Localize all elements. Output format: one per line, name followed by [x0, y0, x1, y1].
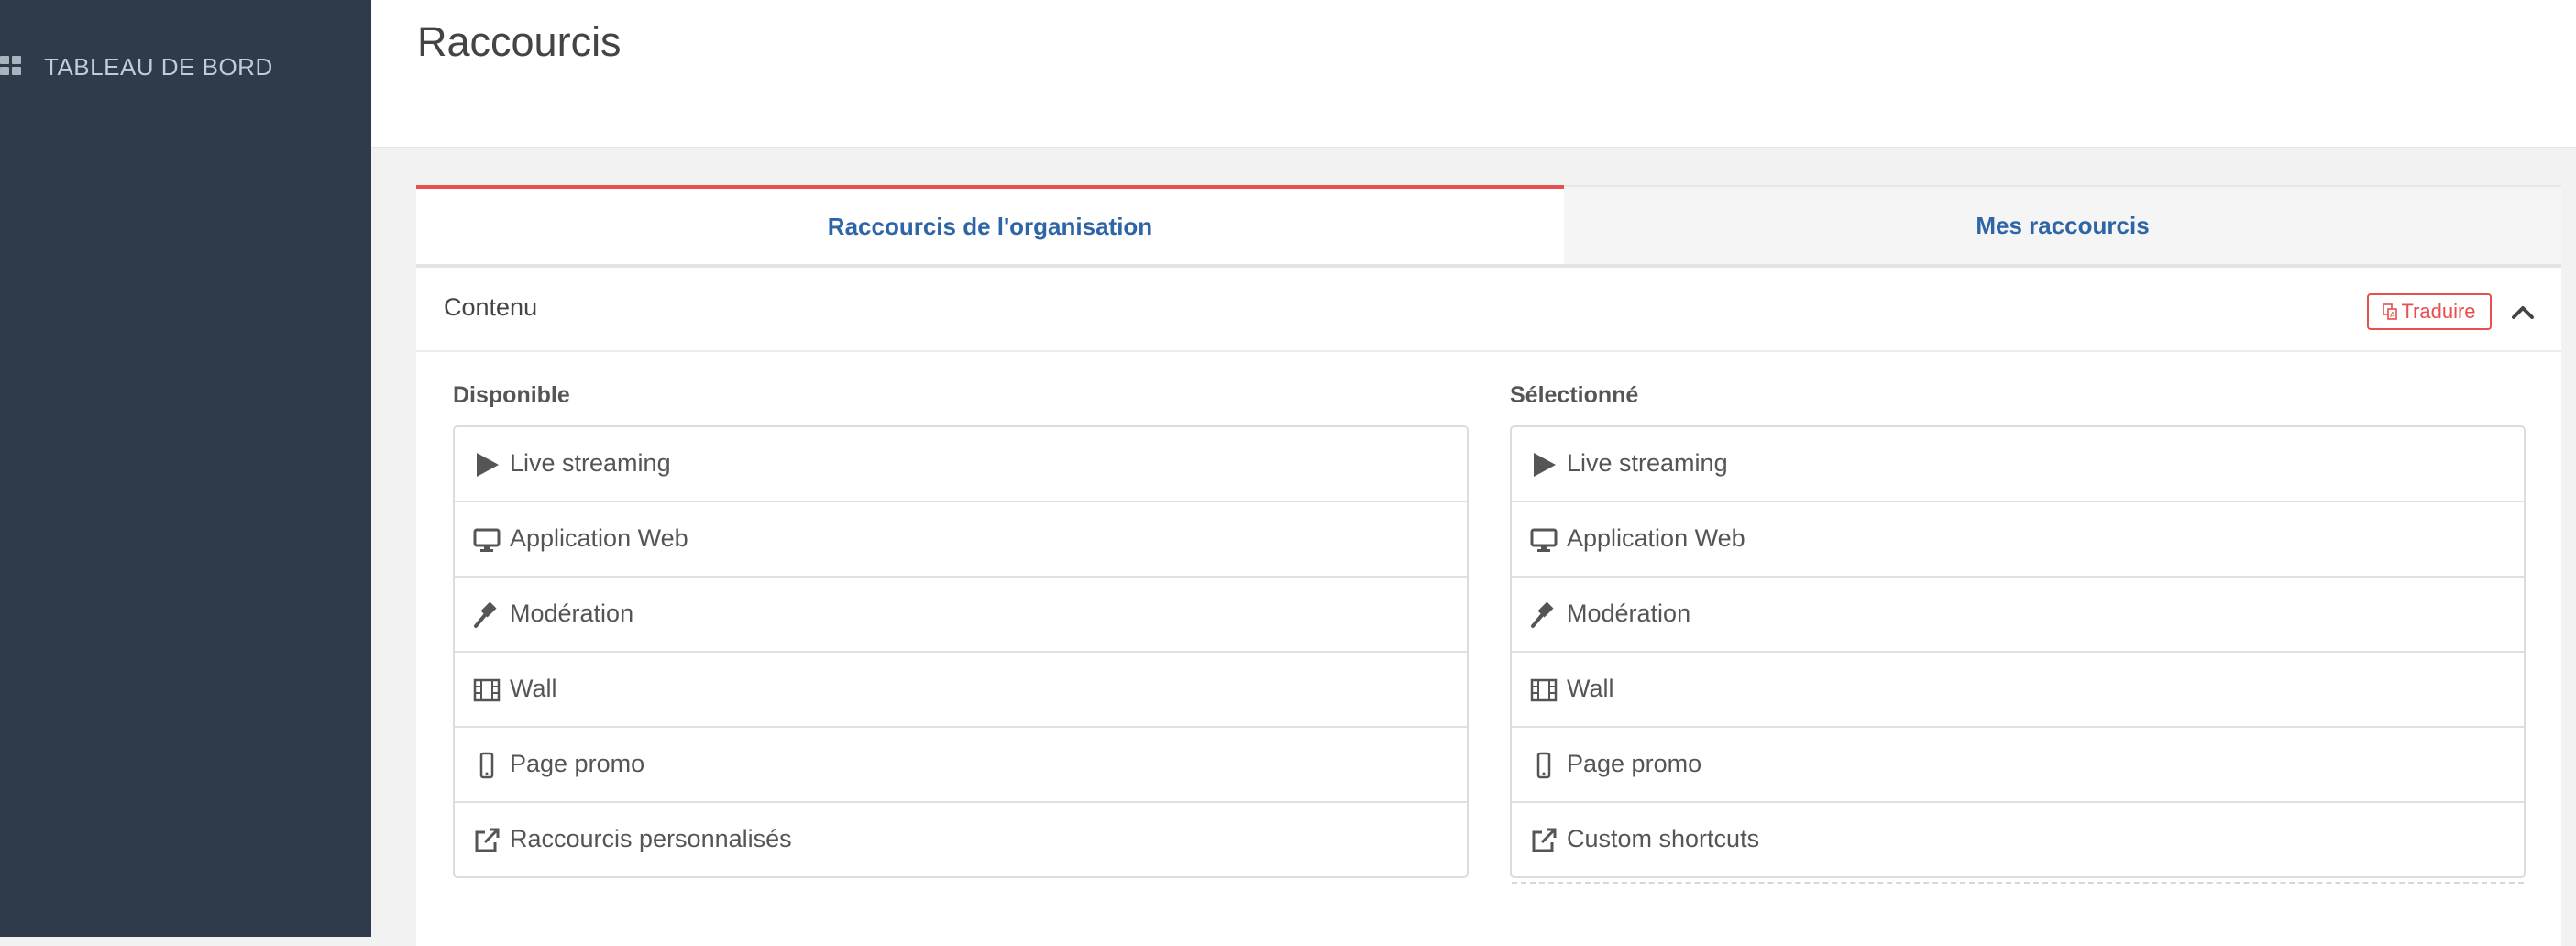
- selected-list: Live streaming Application Web Modératio…: [1510, 425, 2526, 884]
- available-list: Live streaming Application Web Modératio…: [453, 425, 1469, 878]
- film-icon: [1530, 678, 1558, 702]
- list-item-label: Modération: [1567, 600, 1691, 627]
- play-icon: [477, 453, 499, 477]
- list-item[interactable]: Application Web: [1512, 500, 2524, 576]
- sidebar-item-dashboard[interactable]: TABLEAU DE BORD: [0, 46, 371, 88]
- selected-title: Sélectionné: [1510, 382, 1639, 408]
- list-item[interactable]: Wall: [455, 651, 1467, 726]
- sidebar-item-label: TABLEAU DE BORD: [44, 53, 273, 81]
- list-item[interactable]: Page promo: [455, 726, 1467, 801]
- desktop-icon: [1530, 528, 1558, 552]
- svg-text:A: A: [2390, 311, 2395, 319]
- grid-icon: [0, 56, 22, 76]
- list-item-label: Raccourcis personnalisés: [510, 825, 792, 852]
- translate-label: Traduire: [2401, 300, 2476, 323]
- panel-title: Contenu: [444, 293, 538, 321]
- page-header: Raccourcis: [371, 0, 2576, 148]
- list-item-label: Wall: [1567, 675, 1614, 702]
- panel-header: Contenu A Traduire: [416, 268, 2561, 352]
- page-title: Raccourcis: [417, 18, 622, 65]
- language-icon: A: [2383, 303, 2398, 320]
- gavel-icon: [1531, 601, 1554, 628]
- gavel-icon: [474, 601, 497, 628]
- translate-button[interactable]: A Traduire: [2367, 293, 2492, 330]
- list-item[interactable]: Application Web: [455, 500, 1467, 576]
- tab-organisation-shortcuts[interactable]: Raccourcis de l'organisation: [416, 185, 1564, 264]
- list-item-label: Page promo: [510, 750, 645, 777]
- list-item-label: Wall: [510, 675, 557, 702]
- list-item[interactable]: Page promo: [1512, 726, 2524, 801]
- list-item-label: Custom shortcuts: [1567, 825, 1760, 852]
- content-panel: Contenu A Traduire Disponible Sélectionn…: [416, 268, 2561, 946]
- list-item-label: Application Web: [510, 524, 688, 552]
- mobile-icon: [479, 752, 494, 779]
- desktop-icon: [473, 528, 501, 552]
- sidebar: TABLEAU DE BORD: [0, 0, 371, 937]
- list-item-label: Live streaming: [1567, 449, 1728, 477]
- play-icon: [1534, 453, 1556, 477]
- list-item[interactable]: Modération: [1512, 576, 2524, 651]
- list-item[interactable]: Raccourcis personnalisés: [455, 801, 1467, 876]
- list-item[interactable]: Live streaming: [455, 427, 1467, 500]
- tab-bar: Raccourcis de l'organisation Mes raccour…: [416, 185, 2561, 269]
- film-icon: [473, 678, 501, 702]
- list-item-label: Page promo: [1567, 750, 1702, 777]
- list-item-label: Application Web: [1567, 524, 1745, 552]
- available-title: Disponible: [453, 382, 570, 408]
- list-item-label: Modération: [510, 600, 634, 627]
- list-item[interactable]: Modération: [455, 576, 1467, 651]
- tab-my-shortcuts[interactable]: Mes raccourcis: [1564, 185, 2561, 264]
- list-item-label: Live streaming: [510, 449, 671, 477]
- external-link-icon: [1532, 828, 1557, 852]
- list-item[interactable]: Wall: [1512, 651, 2524, 726]
- external-link-icon: [475, 828, 500, 852]
- mobile-icon: [1536, 752, 1551, 779]
- chevron-up-icon[interactable]: [2508, 297, 2537, 326]
- list-item[interactable]: Live streaming: [1512, 427, 2524, 500]
- list-item[interactable]: Custom shortcuts: [1512, 801, 2524, 876]
